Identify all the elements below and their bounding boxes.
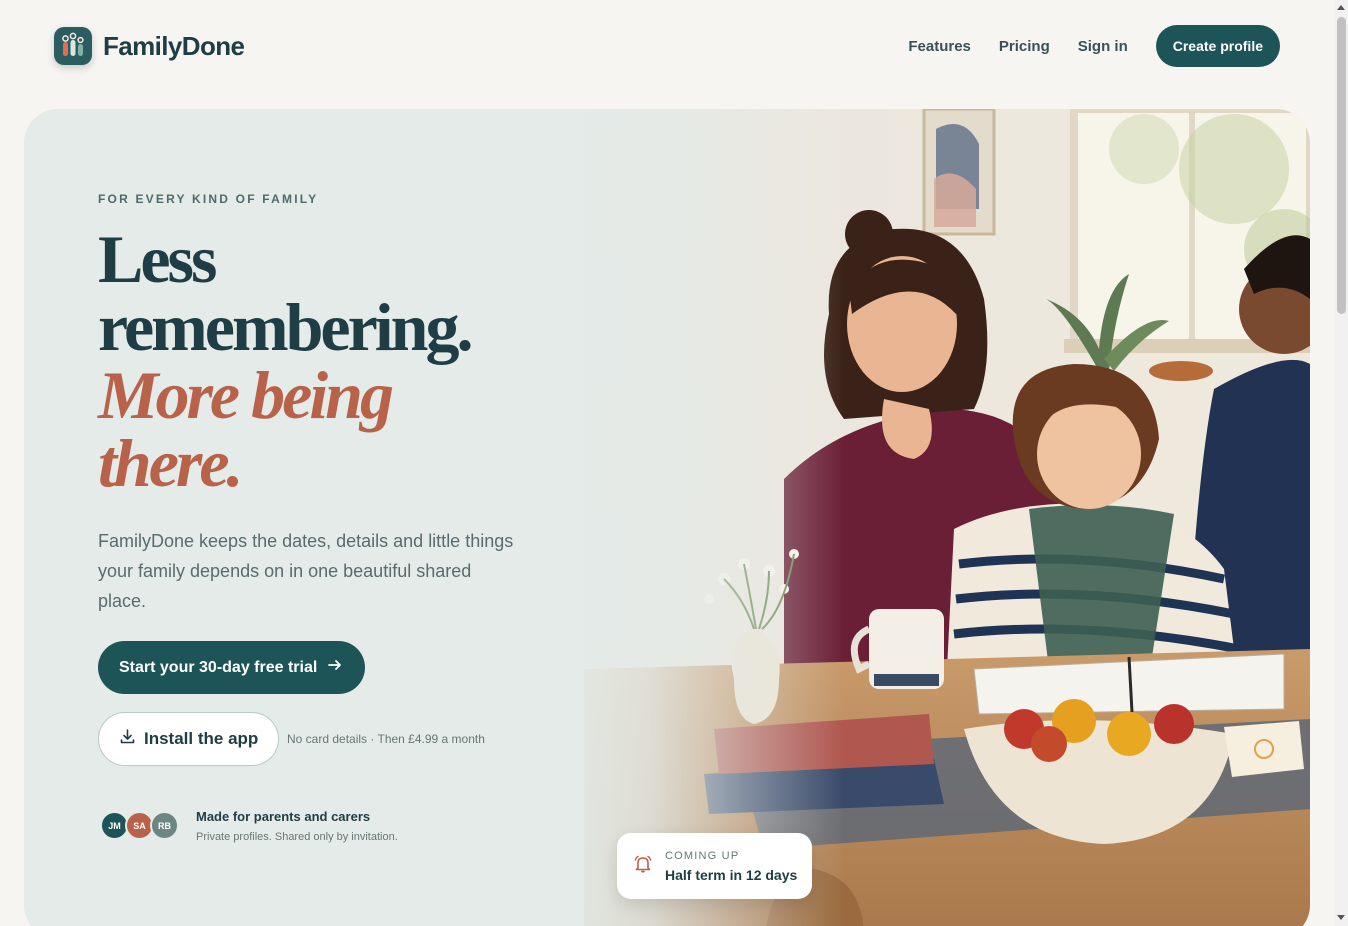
hero-lede: FamilyDone keeps the dates, details and … xyxy=(98,531,514,611)
family-logo-icon xyxy=(54,27,92,65)
start-trial-label: Start your 30-day free trial xyxy=(119,658,318,676)
scrollbar-thumb[interactable] xyxy=(1337,17,1346,314)
main-nav: Features Pricing Sign in Create profile xyxy=(908,25,1280,67)
install-app-button[interactable]: Install the app xyxy=(98,712,280,766)
coming-up-text: COMING UP Half term in 12 days xyxy=(665,850,797,883)
headline-line-1: Less xyxy=(98,221,217,297)
create-profile-button[interactable]: Create profile xyxy=(1155,25,1280,67)
bell-icon xyxy=(633,854,653,879)
coming-up-eyebrow: COMING UP xyxy=(665,849,740,862)
hero-headline: Less remembering. More being there. xyxy=(98,225,568,497)
headline-line-2: remembering. xyxy=(98,289,474,365)
nav-features-link[interactable]: Features xyxy=(908,38,971,55)
trust-subtitle: Private profiles. Shared only by invitat… xyxy=(196,831,398,843)
nav-sign-in-link[interactable]: Sign in xyxy=(1078,38,1128,55)
install-app-label: Install the app xyxy=(144,729,259,748)
hero-eyebrow: FOR EVERY KIND OF FAMILY xyxy=(98,192,319,206)
download-icon xyxy=(119,728,136,750)
hero-section: FOR EVERY KIND OF FAMILY Less rememberin… xyxy=(24,109,1310,926)
avatar-group: JM SA RB xyxy=(100,811,179,840)
site-header: FamilyDone Features Pricing Sign in Crea… xyxy=(0,0,1334,92)
headline-accent-2: there. xyxy=(98,425,244,501)
start-trial-button[interactable]: Start your 30-day free trial xyxy=(98,641,366,694)
hero-image-fade xyxy=(544,109,844,926)
page-scrollbar[interactable] xyxy=(1334,0,1348,926)
avatar: RB xyxy=(150,811,179,840)
trust-title: Made for parents and carers xyxy=(196,809,371,824)
headline-accent-1: More being xyxy=(98,357,394,433)
scroll-down-arrow-icon[interactable] xyxy=(1337,915,1345,920)
pricing-fine-print: No card details · Then £4.99 a month xyxy=(287,732,485,746)
scroll-up-arrow-icon[interactable] xyxy=(1337,5,1345,10)
brand-name: FamilyDone xyxy=(103,30,245,61)
coming-up-card: COMING UP Half term in 12 days xyxy=(617,833,812,899)
brand[interactable]: FamilyDone xyxy=(54,27,245,65)
nav-pricing-link[interactable]: Pricing xyxy=(999,38,1050,55)
arrow-right-icon xyxy=(327,657,343,678)
coming-up-title: Half term in 12 days xyxy=(665,866,798,883)
